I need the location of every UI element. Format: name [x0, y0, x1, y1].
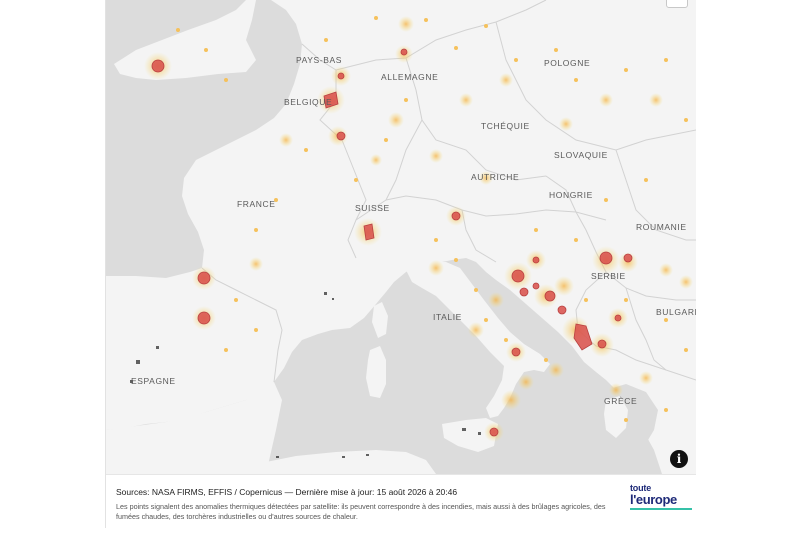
label-italie: ITALIE	[433, 312, 462, 322]
label-roumanie: ROUMANIE	[636, 222, 687, 232]
sources-text: Sources: NASA FIRMS, EFFIS / Copernicus …	[116, 487, 458, 497]
label-espagne: ESPAGNE	[131, 376, 176, 386]
disclaimer-text: Les points signalent des anomalies therm…	[116, 502, 606, 521]
label-serbie: SERBIE	[591, 271, 626, 281]
label-france: FRANCE	[237, 199, 276, 209]
toute-leurope-logo[interactable]: toute l'europe	[630, 484, 692, 510]
logo-accent	[630, 508, 692, 510]
map-widget: PAYS-BAS ALLEMAGNE POLOGNE BELGIQUE TCHÉ…	[105, 0, 696, 529]
label-pays-bas: PAYS-BAS	[296, 55, 343, 65]
info-icon[interactable]: i	[670, 450, 688, 468]
label-tchequie: TCHÉQUIE	[481, 121, 530, 131]
label-pologne: POLOGNE	[544, 58, 591, 68]
label-bulgarie: BULGARIE	[656, 307, 696, 317]
label-grece: GRÈCE	[604, 396, 638, 406]
label-autriche: AUTRICHE	[471, 172, 520, 182]
logo-line-2: l'europe	[630, 492, 677, 507]
map-zoom-control[interactable]	[666, 0, 688, 8]
label-belgique: BELGIQUE	[284, 97, 333, 107]
map-footer: Sources: NASA FIRMS, EFFIS / Copernicus …	[106, 474, 696, 529]
label-suisse: SUISSE	[355, 203, 390, 213]
label-slovaquie: SLOVAQUIE	[554, 150, 608, 160]
label-allemagne: ALLEMAGNE	[381, 72, 439, 82]
label-hongrie: HONGRIE	[549, 190, 593, 200]
fire-map[interactable]: PAYS-BAS ALLEMAGNE POLOGNE BELGIQUE TCHÉ…	[106, 0, 696, 474]
